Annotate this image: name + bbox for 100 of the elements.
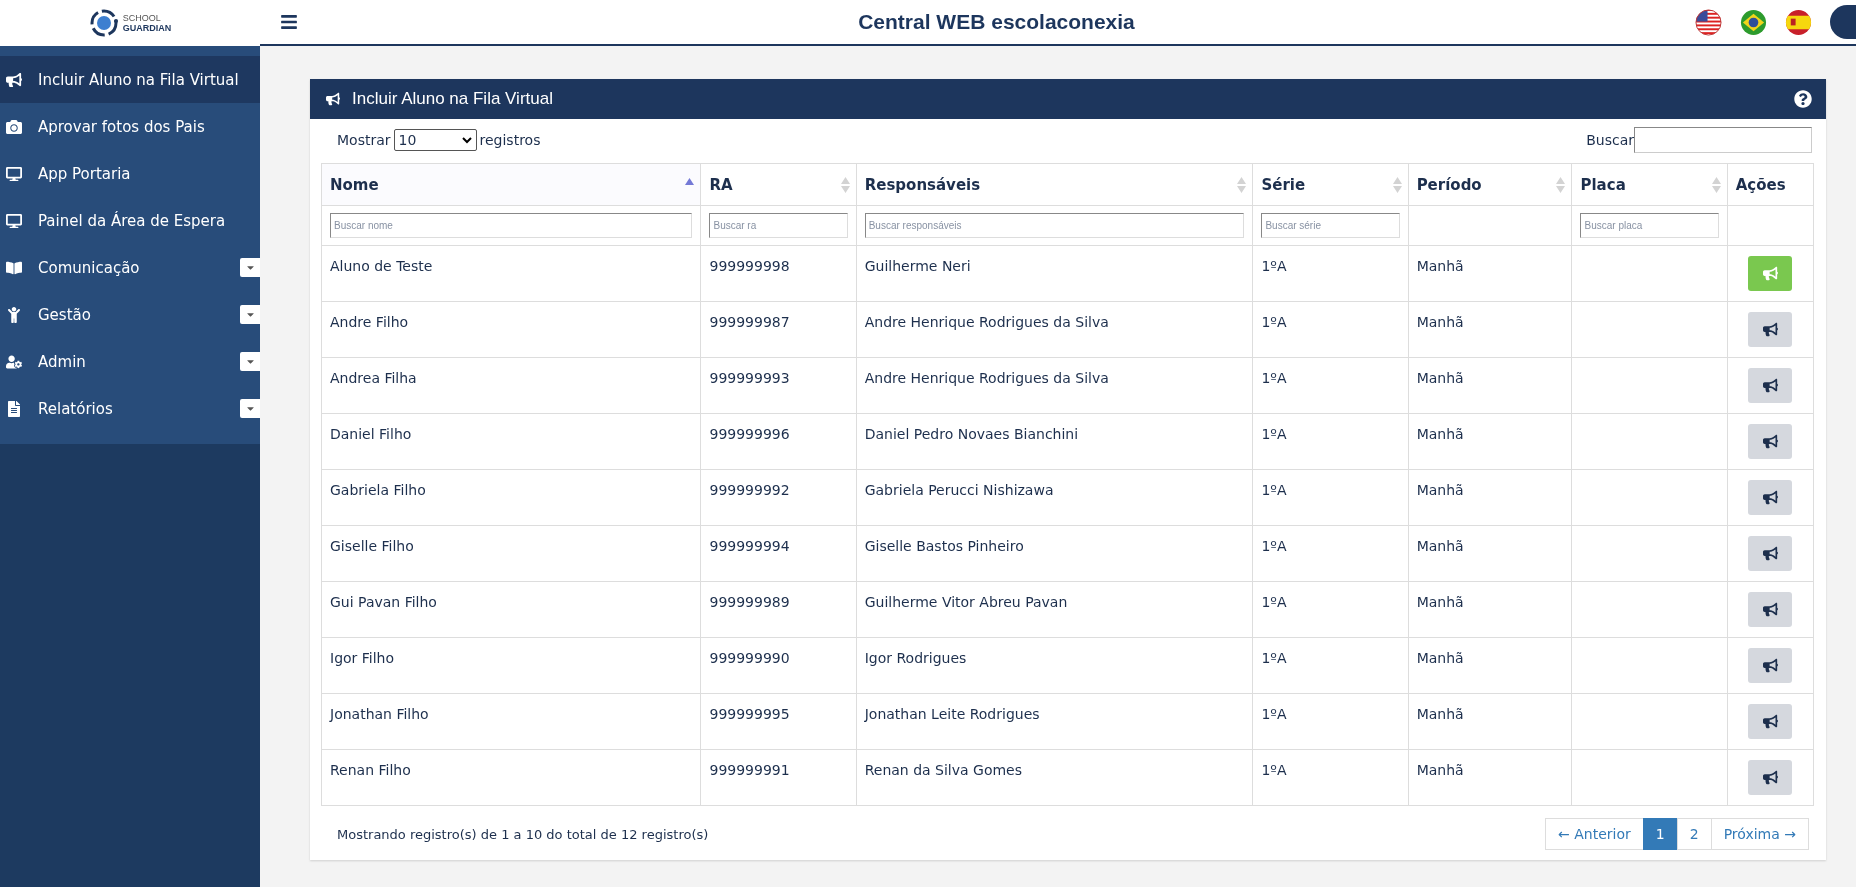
table-cell: Jonathan Filho: [321, 693, 701, 750]
search-field[interactable]: [1634, 127, 1812, 153]
table-cell: 999999990: [700, 637, 857, 694]
sidebar-item[interactable]: Admin: [0, 338, 260, 385]
flag-icon[interactable]: [1695, 8, 1722, 36]
announce-button[interactable]: [1748, 536, 1793, 571]
table-cell: 999999994: [700, 525, 857, 582]
sidebar-label: Comunicação: [38, 258, 140, 277]
table-cell: Manhã: [1408, 245, 1572, 302]
table-cell: Andre Henrique Rodrigues da Silva: [856, 301, 1253, 358]
length-select[interactable]: 10: [393, 129, 477, 151]
table-cell: Manhã: [1408, 637, 1572, 694]
megaphone-icon: [326, 92, 340, 106]
flag-icon[interactable]: [1740, 8, 1767, 36]
table-cell: 999999991: [700, 749, 857, 806]
caret-icon[interactable]: [240, 352, 260, 371]
help-icon[interactable]: [1794, 90, 1812, 108]
pagination-button[interactable]: ← Anterior: [1545, 818, 1644, 850]
announce-button[interactable]: [1748, 648, 1793, 683]
pagination-button[interactable]: Próxima →: [1710, 818, 1809, 850]
table-cell: Igor Filho: [321, 637, 701, 694]
table-cell: Renan Filho: [321, 749, 701, 806]
panel-title: Incluir Aluno na Fila Virtual: [352, 89, 554, 109]
megaphone-icon: [1762, 714, 1778, 729]
sidebar-item[interactable]: Gestão: [0, 291, 260, 338]
table-cell: 1ºA: [1252, 749, 1409, 806]
megaphone-icon: [1762, 434, 1778, 449]
announce-button[interactable]: [1748, 704, 1793, 739]
worker-icon: [6, 353, 24, 370]
sidebar-item[interactable]: Comunicação: [0, 244, 260, 291]
megaphone-icon: [1762, 602, 1778, 617]
sidebar-item[interactable]: Incluir Aluno na Fila Virtual: [0, 56, 260, 103]
table-cell: Guilherme Vitor Abreu Pavan: [856, 581, 1253, 638]
table-cell: 1ºA: [1252, 581, 1409, 638]
table-cell: Manhã: [1408, 413, 1572, 470]
table-cell: 999999995: [700, 693, 857, 750]
megaphone-icon: [1762, 770, 1778, 785]
table-cell: Aluno de Teste: [321, 245, 701, 302]
announce-button[interactable]: [1748, 368, 1793, 403]
table-cell: 999999996: [700, 413, 857, 470]
megaphone-icon: [1762, 266, 1778, 281]
sidebar-item[interactable]: Relatórios: [0, 385, 260, 432]
announce-button[interactable]: [1748, 760, 1793, 795]
filter-field[interactable]: Buscar nome: [330, 213, 693, 238]
menu-button[interactable]: [280, 13, 298, 31]
page-title: Central WEB escolaconexia: [857, 10, 1136, 34]
megaphone-icon: [1762, 378, 1778, 393]
filter-field[interactable]: Buscar série: [1261, 213, 1400, 238]
announce-button[interactable]: [1748, 480, 1793, 515]
column-header[interactable]: RA: [700, 163, 857, 206]
table-cell: 1ºA: [1252, 301, 1409, 358]
caret-icon[interactable]: [240, 305, 260, 324]
table-cell: Andre Filho: [321, 301, 701, 358]
filter-field[interactable]: Buscar ra: [709, 213, 848, 238]
megaphone-icon: [1762, 490, 1778, 505]
logo-icon: [88, 8, 119, 38]
table-cell: 1ºA: [1252, 525, 1409, 582]
sidebar-item[interactable]: Aprovar fotos dos Pais: [0, 103, 260, 150]
column-header[interactable]: Nome: [321, 163, 701, 206]
caret-icon[interactable]: [240, 258, 260, 277]
megaphone-icon: [1762, 546, 1778, 561]
table-cell: 1ºA: [1252, 413, 1409, 470]
table-cell: Manhã: [1408, 357, 1572, 414]
table-cell: Manhã: [1408, 469, 1572, 526]
column-header[interactable]: Série: [1252, 163, 1409, 206]
table-cell: Giselle Bastos Pinheiro: [856, 525, 1253, 582]
filter-field[interactable]: Buscar responsáveis: [864, 213, 1245, 238]
announce-button[interactable]: [1748, 424, 1793, 459]
table-cell: Andre Henrique Rodrigues da Silva: [856, 357, 1253, 414]
chevron-down-icon: [461, 136, 472, 144]
table-cell: Manhã: [1408, 301, 1572, 358]
table-cell: Jonathan Leite Rodrigues: [856, 693, 1253, 750]
logo-text: SCHOOL GUARDIAN: [122, 13, 172, 33]
pagination-button[interactable]: 1: [1642, 818, 1678, 850]
table-cell: 999999987: [700, 301, 857, 358]
book-icon: [6, 259, 24, 276]
monitor-icon: [6, 212, 24, 229]
sidebar-item[interactable]: App Portaria: [0, 150, 260, 197]
column-header[interactable]: Ações: [1727, 163, 1814, 206]
length-label: registros: [479, 132, 541, 148]
pagination-button[interactable]: 2: [1676, 818, 1712, 850]
sidebar-label: Incluir Aluno na Fila Virtual: [38, 70, 239, 89]
announce-button[interactable]: [1748, 312, 1793, 347]
table-cell: Giselle Filho: [321, 525, 701, 582]
announce-button[interactable]: [1748, 592, 1793, 627]
filter-field[interactable]: Buscar placa: [1580, 213, 1719, 238]
sidebar-item[interactable]: Painel da Área de Espera: [0, 197, 260, 244]
column-header[interactable]: Placa: [1572, 163, 1728, 206]
column-header[interactable]: Responsáveis: [856, 163, 1253, 206]
sidebar-label: Aprovar fotos dos Pais: [38, 117, 205, 136]
caret-icon[interactable]: [240, 399, 260, 418]
table-cell: 1ºA: [1252, 469, 1409, 526]
sidebar-label: Relatórios: [38, 399, 113, 418]
table-cell: Gabriela Filho: [321, 469, 701, 526]
table-cell: Manhã: [1408, 693, 1572, 750]
megaphone-icon: [1762, 322, 1778, 337]
table-info: Mostrando registro(s) de 1 a 10 do total de 12 registro(s): [337, 826, 709, 842]
table-cell: 1ºA: [1252, 357, 1409, 414]
flag-icon[interactable]: [1785, 8, 1812, 36]
column-header[interactable]: Período: [1408, 163, 1572, 206]
